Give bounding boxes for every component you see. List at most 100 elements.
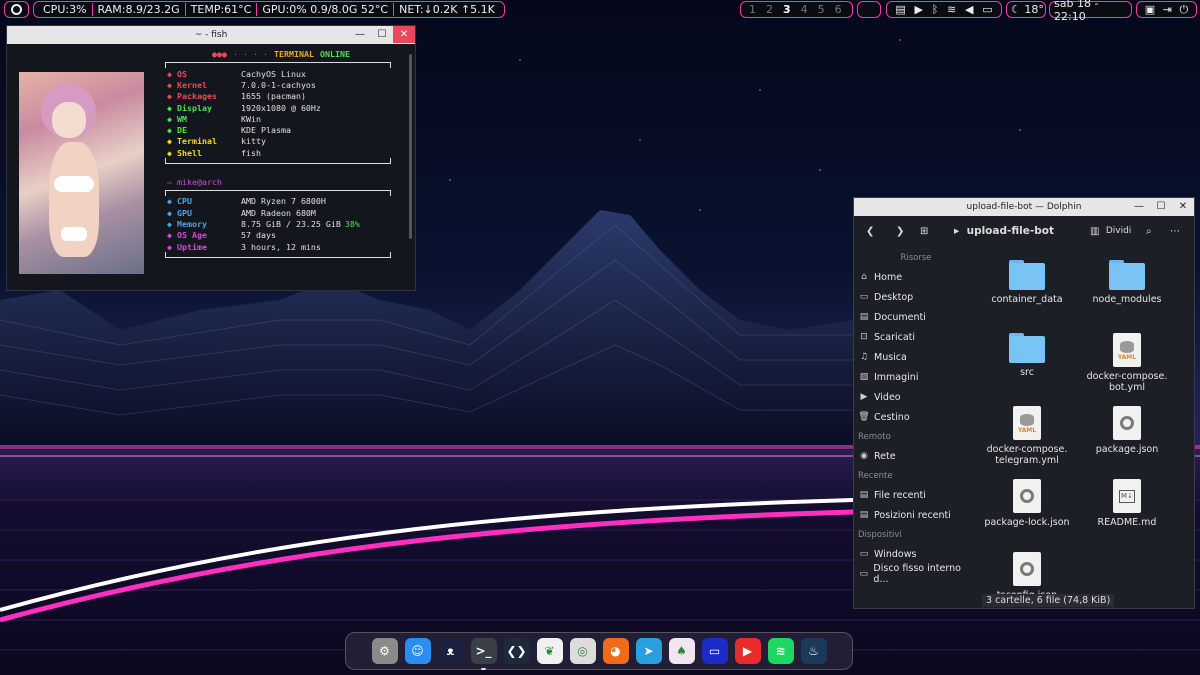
dock-cat-app-icon[interactable]: ᴥ: [437, 638, 464, 664]
forward-icon[interactable]: ❯: [896, 226, 904, 237]
terminal-scrollbar[interactable]: [409, 54, 412, 239]
hw-key: CPU: [177, 196, 192, 207]
sidebar-section-dispositivi: Dispositivi: [858, 529, 902, 540]
workspace-1[interactable]: 1: [749, 3, 756, 16]
sys-key: OS: [177, 68, 187, 79]
yaml-file-icon: YAML: [1013, 406, 1041, 440]
terminal-titlebar[interactable]: ~ - fish — ☐ ✕: [7, 26, 415, 44]
apple-menu-button[interactable]: [857, 1, 881, 18]
file-item[interactable]: container_data: [977, 260, 1077, 305]
back-icon[interactable]: ❮: [866, 226, 874, 237]
view-grid-icon[interactable]: ⊞: [920, 226, 928, 237]
workspace-3[interactable]: 3: [783, 3, 791, 16]
maximize-button[interactable]: ☐: [371, 26, 393, 43]
place-icon: ⌂: [861, 272, 867, 282]
sys-icon: ◆: [167, 113, 172, 124]
dock-mongodb-icon[interactable]: ❦: [536, 638, 563, 664]
dock-telegram-icon[interactable]: ➤: [635, 638, 662, 664]
dock-screen-app-icon[interactable]: ▭: [701, 638, 728, 664]
sidebar-item-label: Rete: [874, 450, 896, 462]
weather-widget[interactable]: ☾ 18°: [1006, 1, 1046, 18]
file-item[interactable]: M↓ README.md: [1077, 479, 1177, 528]
sidebar-item-immagini[interactable]: ▨ Immagini: [854, 367, 974, 387]
file-item[interactable]: YAML docker-compose. bot.yml: [1077, 333, 1177, 393]
system-stats: CPU:3% RAM:8.9/23.2G TEMP:61°C GPU:0% 0.…: [33, 1, 505, 18]
workspace-4[interactable]: 4: [801, 3, 808, 16]
clock[interactable]: sab 18 - 22:10: [1049, 0, 1132, 23]
dock-vesktop-icon[interactable]: ♠: [668, 638, 695, 664]
dots-decoration: · · · ·: [233, 49, 268, 59]
sidebar-item-posizioni-recenti[interactable]: ▤ Posizioni recenti: [854, 505, 974, 525]
hw-row: ◆ Uptime 3 hours, 12 mins: [161, 241, 391, 252]
search-icon[interactable]: ⌕: [1146, 226, 1152, 237]
battery-icon[interactable]: ▭: [982, 3, 992, 16]
file-item[interactable]: src: [977, 333, 1077, 378]
dolphin-toolbar: ❮ ❯ ⊞ ▸ upload-file-bot ▥ Dividi ⌕ ⋯: [854, 216, 1194, 246]
media-icon[interactable]: ▶: [915, 3, 923, 16]
maximize-button[interactable]: ☐: [1150, 198, 1172, 215]
dock-spotify-icon[interactable]: ≋: [767, 638, 794, 664]
sys-icon: ◆: [167, 79, 172, 90]
sys-key: Display: [177, 102, 212, 113]
dock-steam-icon[interactable]: ♨: [800, 638, 827, 664]
sidebar-item-file-recenti[interactable]: ▤ File recenti: [854, 485, 974, 505]
dock-vscode-icon[interactable]: ❮❯: [503, 638, 530, 664]
file-item[interactable]: package-lock.json: [977, 479, 1077, 528]
sidebar-item-windows[interactable]: ▭ Windows: [854, 544, 974, 564]
dock-youtube-icon[interactable]: ▶: [734, 638, 761, 664]
sidebar-item-rete[interactable]: ◉ Rete: [854, 446, 974, 466]
hw-value: 8.75 GiB / 23.25 GiB: [241, 218, 341, 229]
sidebar-item-video[interactable]: ▶ Video: [854, 387, 974, 407]
dolphin-titlebar[interactable]: upload-file-bot — Dolphin — ☐ ✕: [854, 198, 1194, 216]
wifi-icon[interactable]: ≋: [947, 3, 956, 16]
workspace-6[interactable]: 6: [835, 3, 842, 16]
sys-icon: ◆: [167, 91, 172, 102]
sys-row: ◆ Kernel 7.0.0-1-cachyos: [161, 79, 391, 90]
hw-value: AMD Ryzen 7 6800H: [241, 196, 326, 207]
sidebar-item-scaricati[interactable]: ⊡ Scaricati: [854, 327, 974, 347]
close-button[interactable]: ✕: [1172, 198, 1194, 215]
menu-icon[interactable]: ⋯: [1170, 226, 1180, 237]
split-button[interactable]: ▥ Dividi: [1090, 226, 1131, 237]
sidebar-item-documenti[interactable]: ▤ Documenti: [854, 307, 974, 327]
minimize-button[interactable]: —: [1128, 198, 1150, 215]
file-item[interactable]: package.json: [1077, 406, 1177, 455]
dock-terminal-icon[interactable]: >_: [470, 638, 497, 670]
file-item[interactable]: YAML docker-compose. telegram.yml: [977, 406, 1077, 466]
sidebar-item-desktop[interactable]: ▭ Desktop: [854, 287, 974, 307]
current-folder: upload-file-bot: [966, 225, 1054, 237]
close-button[interactable]: ✕: [393, 26, 415, 43]
sidebar-item-cestino[interactable]: 🗑 Cestino: [854, 407, 974, 427]
volume-icon[interactable]: ◀: [965, 3, 973, 16]
file-name: src: [1020, 367, 1034, 378]
folder-body: [1109, 263, 1145, 290]
lock-icon[interactable]: ▣: [1145, 3, 1155, 16]
status-bar: 3 cartelle, 6 file (74,8 KiB): [982, 594, 1115, 607]
dock-settings-icon[interactable]: ⚙: [371, 638, 398, 664]
dolphin-window[interactable]: upload-file-bot — Dolphin — ☐ ✕ ❮ ❯ ⊞ ▸ …: [853, 197, 1195, 609]
dock-chrome-icon[interactable]: ◎: [569, 638, 596, 664]
sys-key: Shell: [177, 147, 202, 158]
sidebar-item-label: File recenti: [874, 489, 926, 501]
file-item[interactable]: node_modules: [1077, 260, 1177, 305]
dock-finder-icon[interactable]: ☺: [404, 638, 431, 664]
sidebar-item-home[interactable]: ⌂ Home: [854, 267, 974, 287]
sidebar-item-disco-fisso-interno-d-[interactable]: ▭ Disco fisso interno d...: [854, 563, 974, 585]
sidebar-item-musica[interactable]: ♫ Musica: [854, 347, 974, 367]
power-icon[interactable]: ⏻: [1179, 3, 1188, 17]
dock-firefox-icon[interactable]: ◕: [602, 638, 629, 664]
md-glyph: M↓: [1119, 489, 1135, 503]
yaml-glyph: YAML: [1117, 354, 1137, 361]
breadcrumb[interactable]: ▸ upload-file-bot: [954, 225, 1054, 237]
workspace-2[interactable]: 2: [766, 3, 773, 16]
datetime-label: sab 18 - 22:10: [1054, 0, 1099, 23]
launcher-button[interactable]: [4, 1, 29, 18]
bluetooth-icon[interactable]: ᛒ: [932, 3, 939, 16]
sys-icon: ◆: [167, 102, 172, 113]
logout-icon[interactable]: ⇥: [1163, 3, 1172, 16]
workspace-5[interactable]: 5: [818, 3, 825, 16]
minimize-button[interactable]: —: [349, 26, 371, 43]
sidebar-item-label: Video: [874, 391, 901, 403]
clipboard-icon[interactable]: ▤: [895, 3, 905, 16]
terminal-window[interactable]: ~ - fish — ☐ ✕ ●●● · · · · TERMINAL ONLI…: [6, 25, 416, 291]
